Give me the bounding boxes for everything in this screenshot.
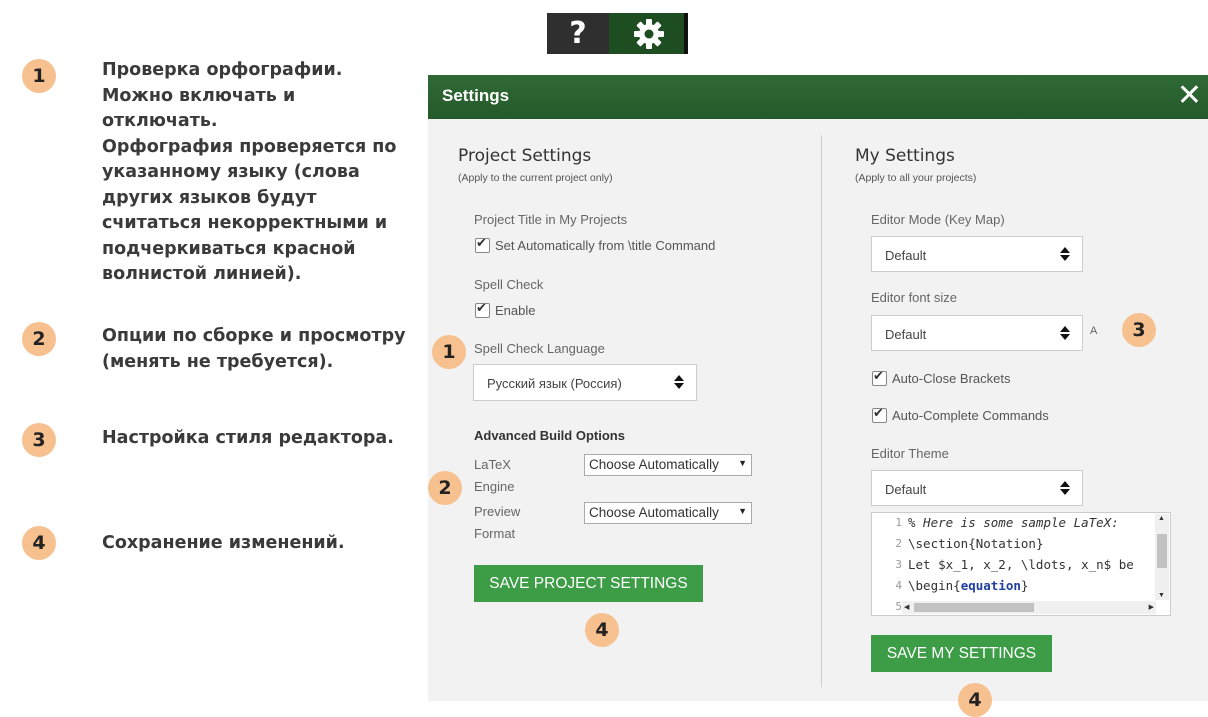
checkbox-checked-icon [872,369,887,386]
save-project-settings-button[interactable]: SAVE PROJECT SETTINGS [474,565,703,602]
editor-mode-select[interactable]: Default [871,236,1083,272]
preview-format-select[interactable]: Choose Automatically ▼ [584,502,752,524]
help-button[interactable]: ? [547,13,609,54]
close-icon[interactable]: ✕ [1177,80,1202,112]
code-line: 4 \begin{equation} [895,578,1029,593]
scroll-left-icon[interactable]: ◀ [904,603,909,611]
spell-check-enable-label: Enable [495,303,536,318]
settings-modal: Settings ✕ Project Settings (Apply to th… [428,75,1208,701]
modal-title: Settings [442,86,510,105]
spell-check-label: Spell Check [474,277,544,292]
code-line: 1 % Here is some sample LaTeX: [895,515,1119,530]
preview-format-label-line2: Format [474,526,516,541]
callout-badge-4-my: 4 [958,683,992,717]
settings-button[interactable] [609,13,688,54]
editor-mode-label: Editor Mode (Key Map) [871,212,1005,227]
project-title-checkbox[interactable]: Set Automatically from \title Command [475,236,716,253]
horizontal-scroll-thumb[interactable] [914,603,1034,612]
my-settings-heading: My Settings [855,146,955,166]
checkbox-checked-icon [872,406,887,423]
preview-format-value: Choose Automatically [589,505,719,520]
editor-font-size-select[interactable]: Default [871,315,1083,351]
latex-engine-value: Choose Automatically [589,457,719,472]
select-arrows-icon [1060,246,1070,262]
legend-badge-3: 3 [22,423,56,457]
legend-badge-4: 4 [22,526,56,560]
checkbox-checked-icon [475,236,490,253]
auto-complete-commands-label: Auto-Complete Commands [892,408,1049,423]
top-toolbar: ? [547,13,688,54]
horizontal-scrollbar[interactable]: ◀ ▶ [902,601,1156,614]
advanced-build-options-label: Advanced Build Options [474,428,625,443]
latex-engine-label-line2: Engine [474,479,515,494]
callout-badge-1: 1 [432,335,466,369]
gear-icon [633,18,664,49]
save-my-settings-button[interactable]: SAVE MY SETTINGS [871,635,1052,672]
editor-font-size-value: Default [885,327,927,342]
theme-code-preview[interactable]: 1 % Here is some sample LaTeX: 2 \sectio… [871,512,1171,616]
editor-mode-value: Default [885,248,927,263]
project-title-label: Project Title in My Projects [474,212,628,227]
vertical-scrollbar[interactable]: ▲ ▼ [1155,514,1169,600]
editor-theme-label: Editor Theme [871,446,949,461]
checkbox-checked-icon [475,301,490,318]
font-size-unit: A [1090,325,1098,337]
caret-down-icon: ▼ [738,458,747,468]
editor-font-size-label: Editor font size [871,290,957,305]
legend-text-4: Сохранение изменений. [102,533,345,553]
scroll-right-icon[interactable]: ▶ [1149,603,1154,611]
latex-engine-label-line1: LaTeX [474,457,511,472]
my-settings-subtitle: (Apply to all your projects) [855,172,977,184]
caret-down-icon: ▼ [738,506,747,516]
spell-check-enable-checkbox[interactable]: Enable [475,301,536,318]
callout-badge-2: 2 [428,471,462,505]
vertical-scroll-thumb[interactable] [1157,534,1167,568]
spell-check-language-label: Spell Check Language [474,341,605,356]
project-settings-subtitle: (Apply to the current project only) [458,172,613,184]
legend-text-3: Настройка стиля редактора. [102,428,394,448]
scroll-down-icon[interactable]: ▼ [1158,592,1165,599]
auto-close-brackets-checkbox[interactable]: Auto-Close Brackets [872,369,1011,386]
preview-format-label-line1: Preview [474,504,521,519]
spell-check-language-select[interactable]: Русский язык (Россия) [473,364,697,401]
auto-complete-commands-checkbox[interactable]: Auto-Complete Commands [872,406,1049,423]
legend-text-2: Опции по сборке и просмотру (менять не т… [102,326,406,372]
callout-badge-4-project: 4 [585,613,619,647]
auto-close-brackets-label: Auto-Close Brackets [892,371,1011,386]
latex-engine-select[interactable]: Choose Automatically ▼ [584,454,752,476]
select-arrows-icon [674,374,684,390]
callout-badge-3: 3 [1122,313,1156,347]
code-line: 2 \section{Notation} [895,536,1044,551]
select-arrows-icon [1060,480,1070,496]
legend-badge-2: 2 [22,322,56,356]
select-arrows-icon [1060,325,1070,341]
editor-theme-value: Default [885,482,927,497]
editor-theme-select[interactable]: Default [871,470,1083,506]
scroll-up-icon[interactable]: ▲ [1158,515,1165,522]
legend-text-1: Проверка орфографии. Можно включать и от… [102,60,397,284]
project-title-checkbox-label: Set Automatically from \title Command [495,238,716,253]
legend-badge-1: 1 [22,59,56,93]
code-line: 3 Let $x_1, x_2, \ldots, x_n$ be [895,557,1134,572]
column-divider [821,135,822,687]
spell-check-language-value: Русский язык (Россия) [487,376,622,391]
project-settings-heading: Project Settings [458,146,592,166]
modal-header: Settings ✕ [428,75,1208,119]
